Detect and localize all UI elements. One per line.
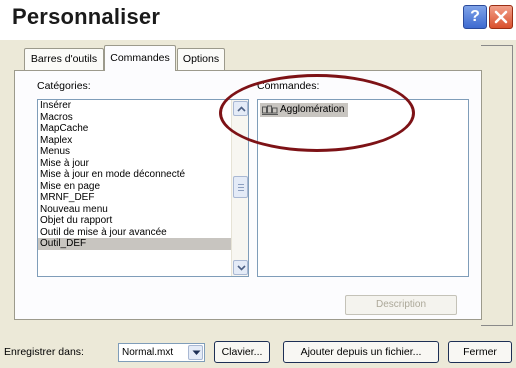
window-edge — [512, 45, 513, 325]
save-in-value: Normal.mxt — [122, 347, 174, 358]
category-item[interactable]: Mise en page — [38, 181, 232, 193]
categories-list[interactable]: Insérer Macros MapCache Maplex Menus Mise à j… — [37, 99, 249, 277]
window-edge — [481, 45, 513, 46]
categories-scrollbar[interactable] — [231, 100, 248, 276]
scroll-down-button[interactable] — [233, 260, 248, 275]
agglomeration-icon — [262, 105, 278, 115]
category-item[interactable]: Insérer — [38, 100, 232, 112]
category-item[interactable]: Mise à jour — [38, 158, 232, 170]
command-item-label: Agglomération — [280, 104, 345, 115]
close-icon — [494, 10, 508, 24]
category-item[interactable]: Nouveau menu — [38, 204, 232, 216]
scroll-thumb[interactable] — [233, 176, 248, 198]
chevron-down-icon — [237, 265, 246, 271]
category-item-partial[interactable] — [38, 250, 232, 256]
close-dialog-button[interactable]: Fermer — [448, 341, 512, 363]
title-bar: Personnaliser ? — [0, 0, 516, 40]
commands-label: Commandes: — [257, 80, 320, 92]
category-item[interactable]: Mise à jour en mode déconnecté — [38, 169, 232, 181]
categories-items: Insérer Macros MapCache Maplex Menus Mise à j… — [38, 100, 232, 256]
category-item[interactable]: Outil de mise à jour avancée — [38, 227, 232, 239]
category-item[interactable]: Macros — [38, 112, 232, 124]
tab-commandes[interactable]: Commandes — [104, 45, 176, 71]
scroll-up-button[interactable] — [233, 101, 248, 116]
chevron-up-icon — [237, 106, 246, 112]
category-item[interactable]: MRNF_DEF — [38, 192, 232, 204]
category-item[interactable]: MapCache — [38, 123, 232, 135]
help-button[interactable]: ? — [463, 5, 487, 29]
tab-barres-outils[interactable]: Barres d'outils — [24, 48, 104, 70]
add-from-file-button[interactable]: Ajouter depuis un fichier... — [283, 341, 439, 363]
category-item[interactable]: Objet du rapport — [38, 215, 232, 227]
tab-options[interactable]: Options — [177, 48, 225, 70]
window-title: Personnaliser — [12, 4, 161, 29]
window-edge — [481, 325, 513, 326]
commands-list[interactable]: Agglomération — [257, 99, 469, 277]
close-button[interactable] — [489, 5, 513, 29]
category-item[interactable]: Menus — [38, 146, 232, 158]
commandes-panel: Catégories: Commandes: Insérer Macros MapC… — [14, 70, 482, 320]
save-in-label: Enregistrer dans: — [4, 346, 84, 358]
help-icon: ? — [470, 8, 480, 25]
categories-label: Catégories: — [37, 80, 91, 92]
description-button[interactable]: Description — [345, 295, 457, 315]
customize-dialog: Personnaliser ? Barres d'outils Commande… — [0, 0, 516, 368]
keyboard-button[interactable]: Clavier... — [214, 341, 270, 363]
command-item-agglomeration[interactable]: Agglomération — [260, 103, 349, 117]
save-in-dropdown-button[interactable] — [188, 345, 203, 360]
category-item[interactable]: Maplex — [38, 135, 232, 147]
chevron-down-icon — [192, 350, 201, 355]
save-in-select[interactable]: Normal.mxt — [118, 343, 205, 362]
category-item[interactable]: Outil_DEF — [38, 238, 232, 250]
